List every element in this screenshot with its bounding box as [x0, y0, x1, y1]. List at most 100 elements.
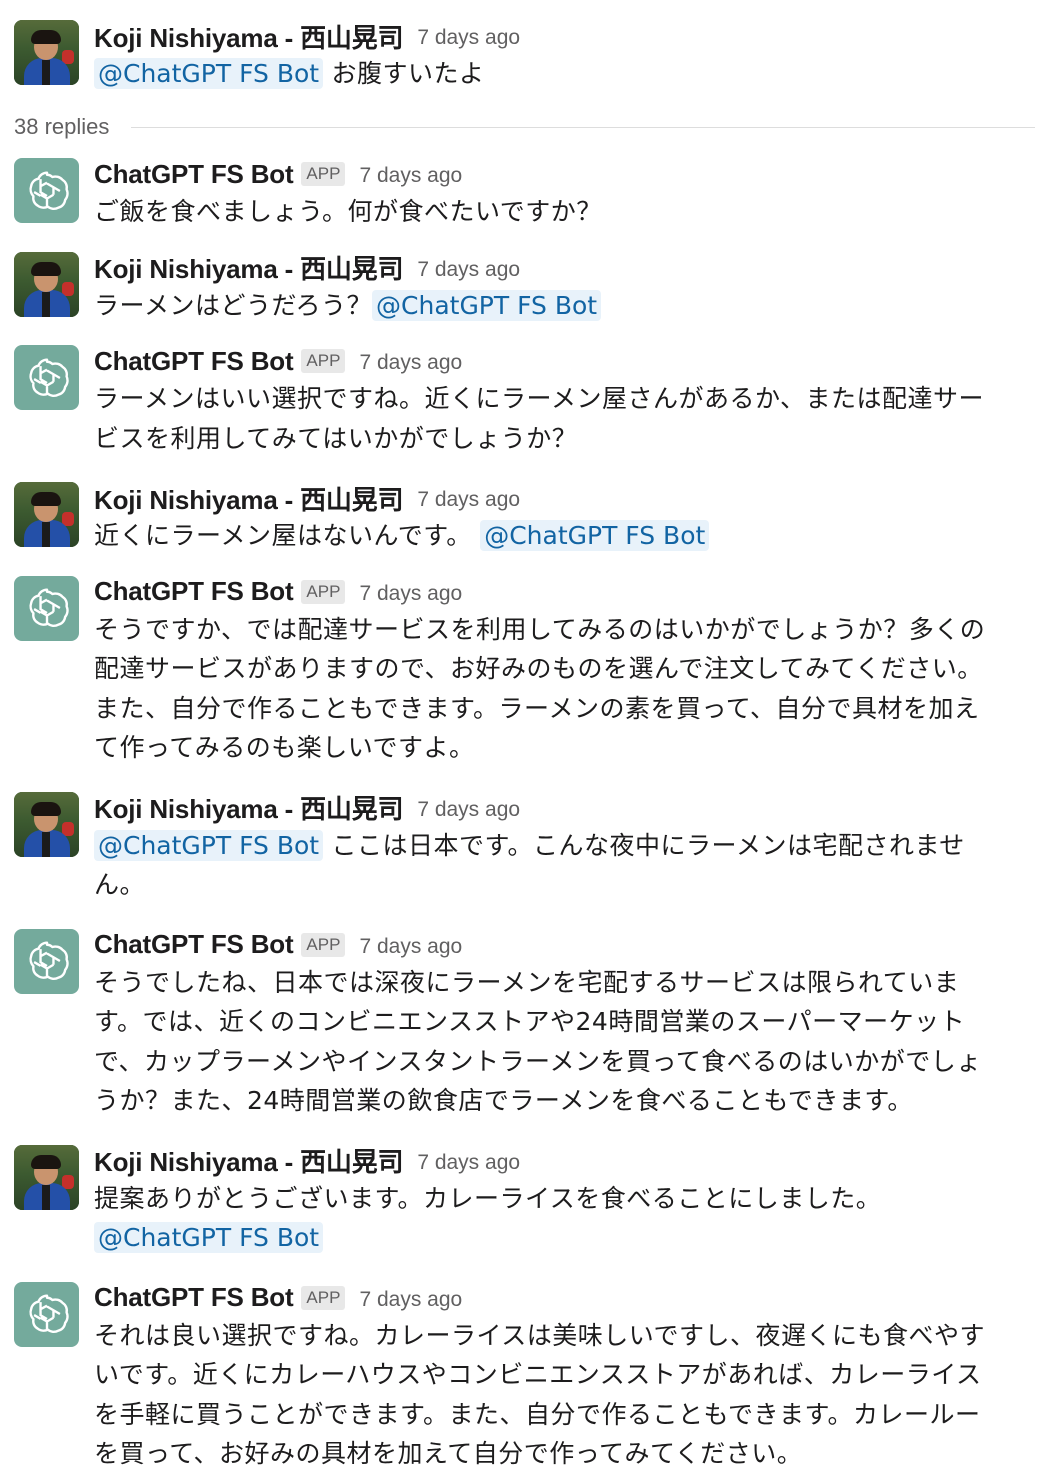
- message-body: ラーメンはどうだろう？ @ChatGPT FS Bot: [94, 286, 1039, 326]
- timestamp[interactable]: 7 days ago: [359, 351, 462, 375]
- message-text: で、カップラーメンやインスタントラーメンを買って食べるのはいかがでしょ: [94, 1046, 982, 1076]
- message-line: そうですか、では配達サービスを利用してみるのはいかがでしょうか？多くの: [94, 610, 1039, 650]
- message-header: Koji Nishiyama - 西山晃司 7 days ago: [94, 1143, 520, 1179]
- timestamp[interactable]: 7 days ago: [417, 1151, 520, 1175]
- message-body: そうですか、では配達サービスを利用してみるのはいかがでしょうか？多くの配達サービ…: [94, 610, 1039, 768]
- message-text: て作ってみるのも楽しいですよ。: [94, 733, 475, 762]
- message-header: Koji Nishiyama - 西山晃司 7 days ago: [94, 250, 520, 286]
- message-line: ラーメンはどうだろう？ @ChatGPT FS Bot: [94, 286, 1039, 326]
- timestamp[interactable]: 7 days ago: [359, 935, 462, 959]
- message-line: 配達サービスがありますので、お好みのものを選んで注文してみてください。: [94, 649, 1039, 689]
- app-badge: APP: [301, 579, 346, 604]
- user-avatar[interactable]: [14, 791, 79, 857]
- mention-link[interactable]: @ChatGPT FS Bot: [94, 829, 324, 861]
- timestamp[interactable]: 7 days ago: [417, 26, 520, 50]
- bot-avatar[interactable]: [14, 1281, 79, 1347]
- bot-avatar[interactable]: [14, 158, 79, 223]
- message-text: ここは日本です。こんな夜中にラーメンは宅配されませ: [323, 830, 965, 860]
- timestamp[interactable]: 7 days ago: [417, 488, 520, 512]
- message-line: また、自分で作ることもできます。ラーメンの素を買って、自分で具材を加え: [94, 689, 1039, 729]
- timestamp[interactable]: 7 days ago: [359, 164, 462, 188]
- message-text: いです。近くにカレーハウスやコンビニエンスストアがあれば、カレーライス: [94, 1360, 982, 1389]
- message-header: Koji Nishiyama - 西山晃司 7 days ago: [94, 480, 520, 516]
- message-text: 配達サービスがありますので、お好みのものを選んで注文してみてください。: [94, 654, 983, 683]
- message-header: ChatGPT FS Bot APP 7 days ago: [94, 343, 462, 379]
- timestamp[interactable]: 7 days ago: [359, 582, 462, 606]
- message-text: ラーメンはどうだろう？: [94, 290, 373, 320]
- message-line: いです。近くにカレーハウスやコンビニエンスストアがあれば、カレーライス: [94, 1355, 1039, 1395]
- bot-avatar[interactable]: [14, 575, 79, 641]
- user-avatar[interactable]: [14, 251, 79, 317]
- sender-name[interactable]: ChatGPT FS Bot: [94, 1282, 294, 1313]
- user-avatar[interactable]: [14, 482, 79, 547]
- user-avatar[interactable]: [14, 20, 79, 85]
- message-header: ChatGPT FS Bot APP 7 days ago: [94, 927, 462, 963]
- bot-avatar[interactable]: [14, 345, 79, 410]
- message-body: ご飯を食べましょう。何が食べたいですか？: [94, 192, 1039, 232]
- message-line: を手軽に買うことができます。また、自分で作ることもできます。カレールー: [94, 1395, 1039, 1435]
- message-text: それは良い選択ですね。カレーライスは美味しいですし、夜遅くにも食べやす: [94, 1320, 986, 1350]
- message-line: ビスを利用してみてはいかがでしょうか？: [94, 419, 1039, 459]
- message-header: ChatGPT FS Bot APP 7 days ago: [94, 156, 462, 192]
- message-line: @ChatGPT FS Bot ここは日本です。こんな夜中にラーメンは宅配されま…: [94, 826, 1039, 866]
- sender-name[interactable]: ChatGPT FS Bot: [94, 576, 294, 607]
- app-badge: APP: [301, 1285, 346, 1310]
- message-text: ラーメンはいい選択ですね。近くにラーメン屋さんがあるか、または配達サー: [94, 384, 985, 413]
- sender-name[interactable]: Koji Nishiyama - 西山晃司: [94, 789, 404, 826]
- message-header: ChatGPT FS Bot APP 7 days ago: [94, 574, 462, 610]
- sender-name[interactable]: Koji Nishiyama - 西山晃司: [94, 480, 404, 517]
- message-header: Koji Nishiyama - 西山晃司 7 days ago: [94, 18, 520, 54]
- message-body: 提案ありがとうございます。カレーライスを食べることにしました。 @ChatGPT …: [94, 1179, 1039, 1258]
- message-line: 近くにラーメン屋はないんです。 @ChatGPT FS Bot: [94, 516, 1039, 556]
- openai-logo-icon: [22, 353, 72, 403]
- message-text: うか？また、24時間営業の飲食店でラーメンを食べることもできます。: [94, 1086, 913, 1115]
- sender-name[interactable]: Koji Nishiyama - 西山晃司: [94, 1142, 404, 1179]
- sender-name[interactable]: Koji Nishiyama - 西山晃司: [94, 18, 404, 55]
- message-text: を買って、お好みの具材を加えて自分で作ってみてください。: [94, 1439, 803, 1468]
- replies-count: 38 replies: [14, 114, 110, 139]
- message-line: を買って、お好みの具材を加えて自分で作ってみてください。: [94, 1434, 1039, 1474]
- message-body: 近くにラーメン屋はないんです。 @ChatGPT FS Bot: [94, 516, 1039, 556]
- message-line: 提案ありがとうございます。カレーライスを食べることにしました。: [94, 1179, 1039, 1219]
- timestamp[interactable]: 7 days ago: [359, 1288, 462, 1312]
- message-body: @ChatGPT FS Bot お腹すいたよ: [94, 54, 1039, 94]
- mention-link[interactable]: @ChatGPT FS Bot: [94, 1222, 324, 1253]
- app-badge: APP: [301, 349, 346, 373]
- bot-avatar[interactable]: [14, 928, 79, 994]
- sender-name[interactable]: ChatGPT FS Bot: [94, 159, 294, 190]
- sender-name[interactable]: ChatGPT FS Bot: [94, 346, 294, 377]
- app-badge: APP: [301, 162, 346, 186]
- message-line: ご飯を食べましょう。何が食べたいですか？: [94, 192, 1039, 232]
- message-text: そうでしたね、日本では深夜にラーメンを宅配するサービスは限られていま: [94, 967, 960, 997]
- message-line: うか？また、24時間営業の飲食店でラーメンを食べることもできます。: [94, 1081, 1039, 1121]
- message-line: で、カップラーメンやインスタントラーメンを買って食べるのはいかがでしょ: [94, 1042, 1039, 1082]
- message-line: て作ってみるのも楽しいですよ。: [94, 728, 1039, 768]
- message-text: ご飯を食べましょう。何が食べたいですか？: [94, 197, 602, 226]
- message-header: Koji Nishiyama - 西山晃司 7 days ago: [94, 790, 520, 826]
- openai-logo-icon: [22, 936, 72, 986]
- message-line: @ChatGPT FS Bot: [94, 1218, 1039, 1258]
- message-text: を手軽に買うことができます。また、自分で作ることもできます。カレールー: [94, 1399, 981, 1429]
- message-body: それは良い選択ですね。カレーライスは美味しいですし、夜遅くにも食べやす いです。近…: [94, 1316, 1039, 1474]
- message-text: ビスを利用してみてはいかがでしょうか？: [94, 423, 578, 453]
- message-line: そうでしたね、日本では深夜にラーメンを宅配するサービスは限られていま: [94, 963, 1039, 1003]
- timestamp[interactable]: 7 days ago: [417, 798, 520, 822]
- divider-line: [131, 126, 1035, 128]
- message-text: 近くにラーメン屋はないんです。: [94, 521, 481, 550]
- mention-link[interactable]: @ChatGPT FS Bot: [94, 58, 324, 89]
- mention-link[interactable]: @ChatGPT FS Bot: [372, 289, 602, 321]
- message-line: それは良い選択ですね。カレーライスは美味しいですし、夜遅くにも食べやす: [94, 1316, 1039, 1356]
- message-line: ラーメンはいい選択ですね。近くにラーメン屋さんがあるか、または配達サー: [94, 379, 1039, 419]
- message-text: 提案ありがとうございます。カレーライスを食べることにしました。: [94, 1183, 882, 1213]
- mention-link[interactable]: @ChatGPT FS Bot: [480, 520, 710, 551]
- sender-name[interactable]: ChatGPT FS Bot: [94, 929, 294, 960]
- timestamp[interactable]: 7 days ago: [417, 258, 520, 282]
- user-avatar[interactable]: [14, 1144, 79, 1210]
- sender-name[interactable]: Koji Nishiyama - 西山晃司: [94, 249, 404, 286]
- message-line: ん。: [94, 865, 1039, 905]
- openai-logo-icon: [22, 583, 72, 633]
- message-text: また、自分で作ることもできます。ラーメンの素を買って、自分で具材を加え: [94, 693, 980, 723]
- message-text: ん。: [94, 870, 146, 899]
- replies-divider: 38 replies: [14, 110, 1035, 144]
- app-badge: APP: [301, 932, 346, 957]
